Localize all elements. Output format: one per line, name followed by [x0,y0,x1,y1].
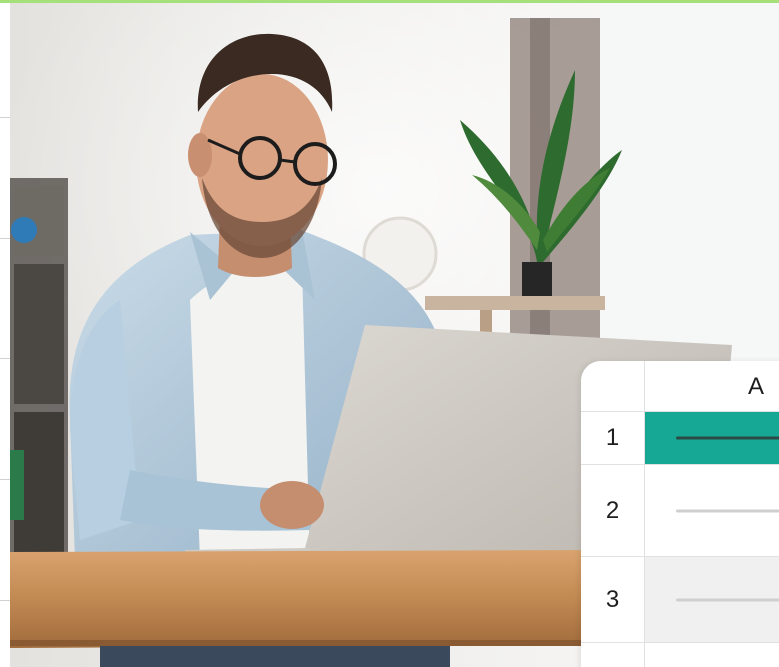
row-header-3[interactable]: 3 [581,557,645,643]
row-header-label: 1 [605,424,620,451]
cell-a3[interactable] [645,557,779,643]
cell-content-placeholder [676,598,779,601]
column-header-label: A [748,373,765,400]
rail-tick [0,117,10,118]
accent-strip [0,0,779,3]
spreadsheet-card: A 1 2 3 [581,361,779,667]
cell-content-placeholder [676,509,779,512]
row-header-4[interactable] [581,643,645,667]
row-header-2[interactable]: 2 [581,465,645,557]
row-header-1[interactable]: 1 [581,412,645,465]
cell-a4[interactable] [645,643,779,667]
column-header-a[interactable]: A [645,361,779,412]
hero-section: A 1 2 3 [0,0,779,667]
cell-a1-selected[interactable] [645,412,779,465]
left-rail [0,0,10,667]
select-all-corner[interactable] [581,361,645,412]
row-header-label: 3 [605,585,620,613]
cell-a2[interactable] [645,465,779,557]
row-header-label: 2 [605,496,620,524]
cell-content-placeholder [676,436,779,440]
rail-tick [0,479,10,480]
rail-tick [0,358,10,359]
rail-tick [0,600,10,601]
rail-tick [0,238,10,239]
